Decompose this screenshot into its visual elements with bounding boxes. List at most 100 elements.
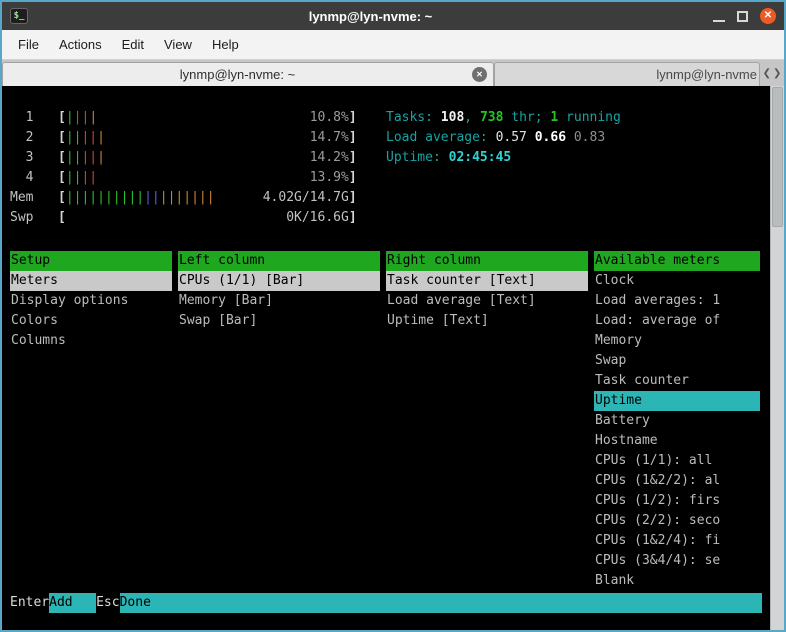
cpu2-label: 2 xyxy=(10,128,58,148)
available-meter-item[interactable]: CPUs (1&2/4): fi xyxy=(594,531,760,551)
left-column-item[interactable]: CPUs (1/1) [Bar] xyxy=(178,271,380,291)
close-button[interactable]: ✕ xyxy=(760,8,776,24)
system-info-meters: Tasks: 108, 738 thr; 1 running Load aver… xyxy=(386,108,621,168)
terminal-app-icon: $_ xyxy=(10,8,28,24)
terminal-window: $_ lynmp@lyn-nvme: ~ ✕ File Actions Edit… xyxy=(0,0,786,632)
bracket: [ xyxy=(58,208,66,228)
available-meter-item-selected[interactable]: Uptime xyxy=(594,391,760,411)
available-meter-item[interactable]: Hostname xyxy=(594,431,760,451)
setup-item-display-options[interactable]: Display options xyxy=(10,291,172,311)
cpu4-bar-green: || xyxy=(66,168,82,188)
setup-panel: Setup Meters Display options Colors Colu… xyxy=(10,251,172,351)
bracket: ] xyxy=(349,188,357,208)
cpu4-percent: 13.9% xyxy=(310,168,349,188)
available-meter-item[interactable]: Clock xyxy=(594,271,760,291)
tab-active-label: lynmp@lyn-nvme: ~ xyxy=(3,67,472,82)
left-column-item[interactable]: Swap [Bar] xyxy=(178,311,380,331)
available-meter-item[interactable]: CPUs (2/2): seco xyxy=(594,511,760,531)
right-column-item[interactable]: Load average [Text] xyxy=(386,291,588,311)
memory-label: Mem xyxy=(10,188,58,208)
uptime-meter: Uptime: 02:45:45 xyxy=(386,148,621,168)
right-column-panel: Right column Task counter [Text] Load av… xyxy=(386,251,588,331)
available-meter-item[interactable]: CPUs (1/2): firs xyxy=(594,491,760,511)
cpu1-percent: 10.8% xyxy=(310,108,349,128)
load-average-meter: Load average: 0.57 0.66 0.83 xyxy=(386,128,621,148)
available-meters-panel: Available meters Clock Load averages: 1 … xyxy=(594,251,760,591)
load-5min: 0.66 xyxy=(535,130,574,145)
tab-scroll-right-icon[interactable]: ❯ xyxy=(773,68,781,79)
threads-count: 738 xyxy=(480,110,503,125)
swap-label: Swp xyxy=(10,208,58,228)
swap-meter: Swp[0K/16.6G] xyxy=(10,208,357,228)
available-meter-item[interactable]: Battery xyxy=(594,411,760,431)
available-meter-item[interactable]: CPUs (1/1): all xyxy=(594,451,760,471)
fn-enter-key[interactable]: Enter xyxy=(10,593,49,613)
available-meter-item[interactable]: Swap xyxy=(594,351,760,371)
left-column-header: Left column xyxy=(178,251,380,271)
tab-scroll-left-icon[interactable]: ❮ xyxy=(763,68,771,79)
setup-item-columns[interactable]: Columns xyxy=(10,331,172,351)
available-meter-item[interactable]: Load averages: 1 xyxy=(594,291,760,311)
tab-inactive[interactable]: lynmp@lyn-nvme xyxy=(494,62,760,86)
right-column-item[interactable]: Task counter [Text] xyxy=(386,271,588,291)
window-title: lynmp@lyn-nvme: ~ xyxy=(28,9,713,24)
left-column-panel: Left column CPUs (1/1) [Bar] Memory [Bar… xyxy=(178,251,380,331)
available-meters-header: Available meters xyxy=(594,251,760,271)
menubar: File Actions Edit View Help xyxy=(2,30,784,60)
bracket: ] xyxy=(349,128,357,148)
cpu2-bar-red: || xyxy=(81,128,97,148)
cpu3-meter: 3[|||||14.2%] xyxy=(10,148,357,168)
cpu1-meter: 1[||||10.8%] xyxy=(10,108,357,128)
bracket: [ xyxy=(58,188,66,208)
cpu3-bar-green: || xyxy=(66,148,82,168)
setup-item-meters[interactable]: Meters xyxy=(10,271,172,291)
available-meter-item[interactable]: Memory xyxy=(594,331,760,351)
mem-bar-blue: || xyxy=(144,188,160,208)
cpu1-bar-green: | xyxy=(66,108,74,128)
tab-close-icon[interactable]: ✕ xyxy=(472,67,487,82)
tabbar: lynmp@lyn-nvme: ~ ✕ lynmp@lyn-nvme ❮ ❯ xyxy=(2,60,784,86)
available-meter-item[interactable]: Task counter xyxy=(594,371,760,391)
tasks-count: 108 xyxy=(441,110,464,125)
fn-add-action[interactable]: Add xyxy=(49,593,96,613)
available-meter-item[interactable]: Load: average of xyxy=(594,311,760,331)
cpu4-meter: 4[||||13.9%] xyxy=(10,168,357,188)
terminal-screen[interactable]: 1[||||10.8%] 2[|||||14.7%] 3[|||||14.2%]… xyxy=(2,86,784,630)
cpu4-bar-red: || xyxy=(81,168,97,188)
available-meter-item[interactable]: CPUs (3&4/4): se xyxy=(594,551,760,571)
tab-inactive-label: lynmp@lyn-nvme xyxy=(495,67,759,82)
menu-help[interactable]: Help xyxy=(202,30,249,60)
menu-edit[interactable]: Edit xyxy=(112,30,154,60)
setup-item-colors[interactable]: Colors xyxy=(10,311,172,331)
load-15min: 0.83 xyxy=(574,130,605,145)
bracket: [ xyxy=(58,148,66,168)
available-meter-item[interactable]: CPUs (1&2/2): al xyxy=(594,471,760,491)
menu-view[interactable]: View xyxy=(154,30,202,60)
menu-file[interactable]: File xyxy=(8,30,49,60)
minimize-button[interactable] xyxy=(713,10,725,22)
load-caption: Load average: xyxy=(386,130,496,145)
mem-bar-orange: ||||||| xyxy=(160,188,215,208)
scrollbar-thumb[interactable] xyxy=(772,87,783,227)
left-column-item[interactable]: Memory [Bar] xyxy=(178,291,380,311)
cpu2-percent: 14.7% xyxy=(310,128,349,148)
terminal-scrollbar[interactable] xyxy=(770,86,784,630)
uptime-value: 02:45:45 xyxy=(449,150,512,165)
fn-esc-key[interactable]: Esc xyxy=(96,593,119,613)
tab-active[interactable]: lynmp@lyn-nvme: ~ ✕ xyxy=(2,62,494,86)
mem-bar-green: |||||||||| xyxy=(66,188,144,208)
right-column-header: Right column xyxy=(386,251,588,271)
right-column-item[interactable]: Uptime [Text] xyxy=(386,311,588,331)
load-1min: 0.57 xyxy=(496,130,535,145)
cpu3-bar-orange: | xyxy=(97,148,105,168)
menu-actions[interactable]: Actions xyxy=(49,30,112,60)
tasks-caption: Tasks: xyxy=(386,110,441,125)
fn-done-action[interactable]: Done xyxy=(120,593,762,613)
maximize-button[interactable] xyxy=(737,11,748,22)
window-controls: ✕ xyxy=(713,8,776,24)
memory-value: 4.02G/14.7G xyxy=(263,188,349,208)
tab-scroll-arrows: ❮ ❯ xyxy=(760,60,784,86)
cpu3-bar-red: || xyxy=(81,148,97,168)
available-meter-item[interactable]: Blank xyxy=(594,571,760,591)
cpu1-label: 1 xyxy=(10,108,58,128)
